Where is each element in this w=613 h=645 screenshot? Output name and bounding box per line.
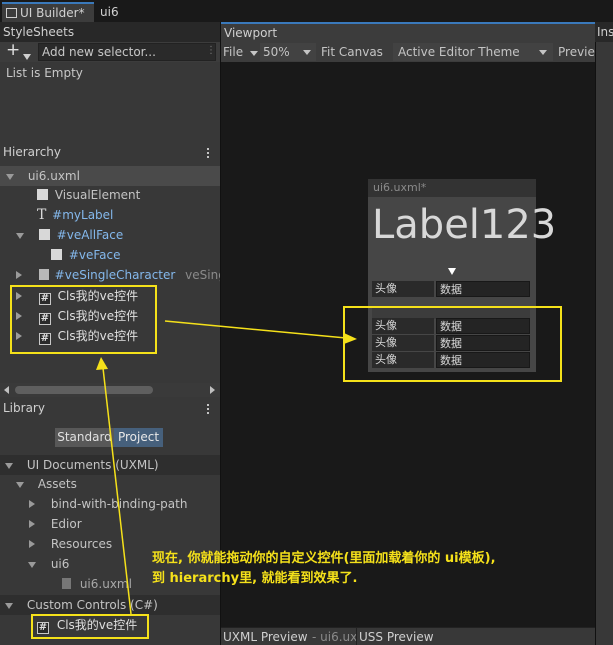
arrow-to-viewport [164,320,357,344]
annotation-arrows [96,320,357,615]
arrow-to-hierarchy [96,357,132,615]
